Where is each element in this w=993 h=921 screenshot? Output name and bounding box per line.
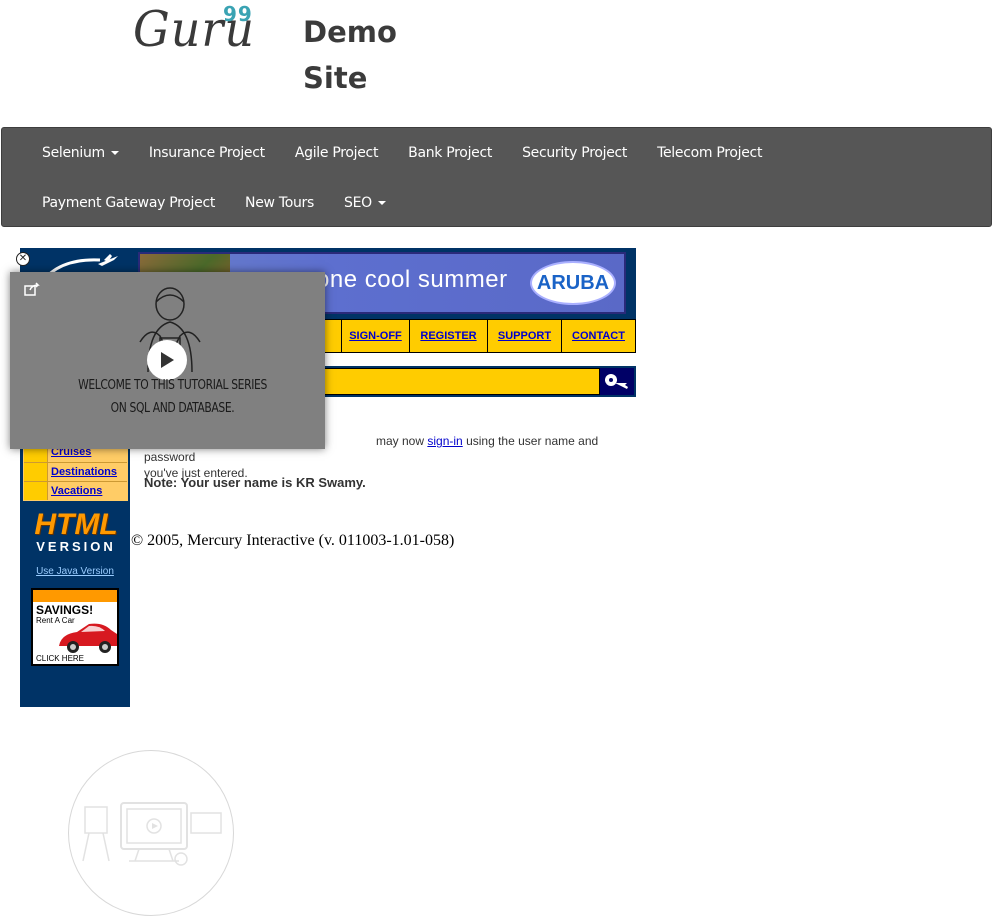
rent-a-car-ad[interactable]: SAVINGS! Rent A Car CLICK HERE (31, 588, 119, 666)
nav-insurance-project[interactable]: Insurance Project (134, 145, 280, 161)
side-link-label: Vacations (48, 482, 127, 500)
nav-security-project[interactable]: Security Project (507, 145, 642, 161)
menu-support[interactable]: SUPPORT (487, 320, 561, 352)
video-caption-line1: WELCOME TO THIS TUTORIAL SERIES (78, 378, 267, 393)
main-navbar: Selenium Insurance Project Agile Project… (1, 127, 992, 227)
caret-down-icon (110, 151, 119, 155)
username-note: Note: Your user name is KR Swamy. (144, 475, 366, 490)
video-popup[interactable]: WELCOME TO THIS TUTORIAL SERIES ON SQL A… (10, 272, 325, 449)
bullet-cell (24, 463, 48, 481)
navbar-row-2: Payment Gateway Project New Tours SEO (2, 178, 401, 228)
menu-contact[interactable]: CONTACT (561, 320, 635, 352)
ad-top-bar (33, 590, 117, 602)
aruba-logo-text: ARUBA (536, 271, 610, 294)
side-link-vacations[interactable]: Vacations (24, 481, 127, 500)
share-icon[interactable] (24, 282, 40, 296)
logo-superscript: 99 (223, 2, 253, 26)
ad-title: SAVINGS! (36, 603, 94, 617)
site-title: Demo Site (303, 15, 397, 95)
menu-sign-off[interactable]: SIGN-OFF (341, 320, 409, 352)
video-placeholder-graphic (68, 750, 234, 916)
html-version-bottom: VERSION (36, 539, 116, 554)
use-java-version-link[interactable]: Use Java Version (20, 566, 130, 577)
nav-new-tours[interactable]: New Tours (230, 195, 329, 211)
aruba-logo: ARUBA (530, 261, 616, 305)
side-link-destinations[interactable]: Destinations (24, 462, 127, 481)
nav-agile-project[interactable]: Agile Project (280, 145, 393, 161)
video-caption: WELCOME TO THIS TUTORIAL SERIES ON SQL A… (23, 374, 322, 420)
navbar-row-1: Selenium Insurance Project Agile Project… (2, 128, 777, 178)
bullet-cell (24, 482, 48, 500)
nav-seo-label: SEO (344, 195, 372, 211)
html-version-badge: HTML VERSION (28, 510, 124, 566)
close-icon[interactable]: ✕ (16, 252, 30, 266)
sign-in-link[interactable]: sign-in (427, 434, 462, 448)
html-version-top: HTML (34, 508, 118, 541)
media-illustration-icon (82, 802, 222, 866)
nav-seo[interactable]: SEO (329, 195, 401, 211)
guru99-logo[interactable]: Guru 99 (133, 2, 255, 53)
red-car-icon (59, 623, 117, 653)
key-icon[interactable] (600, 368, 634, 395)
nav-selenium-label: Selenium (42, 145, 105, 161)
side-link-label: Destinations (48, 463, 127, 481)
ad-cta: CLICK HERE (36, 654, 85, 663)
banner-text: one cool summer (316, 266, 508, 293)
nav-selenium[interactable]: Selenium (2, 145, 134, 161)
video-caption-line2: ON SQL AND DATABASE. (110, 401, 235, 416)
nav-telecom-project[interactable]: Telecom Project (642, 145, 777, 161)
nav-bank-project[interactable]: Bank Project (393, 145, 507, 161)
menu-register[interactable]: REGISTER (409, 320, 487, 352)
caret-down-icon (377, 201, 386, 205)
side-links-list: Cruises Destinations Vacations (23, 442, 128, 501)
play-glyph (161, 352, 174, 368)
registration-pre: may now (376, 434, 425, 448)
key-glyph (605, 373, 628, 389)
copyright-text: © 2005, Mercury Interactive (v. 011003-1… (131, 532, 455, 549)
nav-payment-gateway-project[interactable]: Payment Gateway Project (2, 195, 230, 211)
